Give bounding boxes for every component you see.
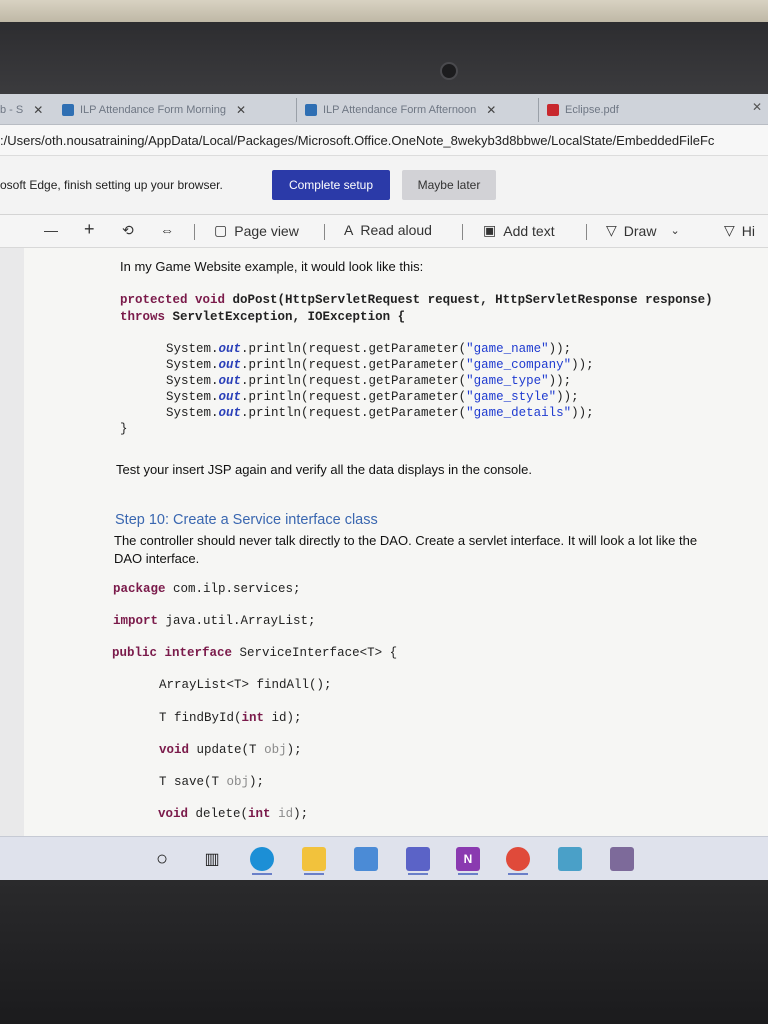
close-icon[interactable]: ✕ [33,103,43,117]
edge-icon[interactable] [250,847,274,875]
draw-icon: ▽ [606,222,617,238]
code-line: void update(T obj); [159,743,302,757]
close-icon[interactable]: ✕ [236,103,246,117]
taskbar: ○ ▥ N [0,836,768,880]
monitor-bezel-bottom [0,880,768,1024]
tab-attendance-afternoon[interactable]: ILP Attendance Form Afternoon ✕ [296,98,535,122]
code-line: throws ServletException, IOException { [120,310,406,324]
code-line: } [120,422,128,436]
draw-label: Draw [623,222,657,239]
code-line: void delete(int id); [158,807,309,821]
page-view-button[interactable]: ▢ Page view [214,222,299,239]
pdf-page: In my Game Website example, it would loo… [24,248,768,836]
divider [586,224,587,240]
code-line: System.out.println(request.getParameter(… [166,390,579,404]
tab-label: ILP Attendance Form Afternoon [323,104,477,116]
chrome-icon[interactable] [506,847,530,875]
intro-text: In my Game Website example, it would loo… [120,259,424,274]
fit-width-icon[interactable]: ⇔ [160,222,174,238]
code-line: System.out.println(request.getParameter(… [166,374,572,388]
background-wall [0,0,768,22]
forms-icon [305,104,317,116]
code-line: System.out.println(request.getParameter(… [166,358,594,372]
pdf-toolbar: — + ⟲ ⇔ ▢ Page view A Read aloud ▣ Add t… [0,215,768,248]
forms-icon [62,104,74,116]
onenote-icon[interactable]: N [456,847,480,875]
pdf-icon [547,104,559,116]
code-line: import java.util.ArrayList; [113,614,316,628]
test-instruction: Test your insert JSP again and verify al… [116,462,532,477]
close-icon[interactable]: ✕ [486,103,496,117]
tab-partial[interactable]: b - S ✕ [0,98,48,122]
file-explorer-icon[interactable] [302,847,326,875]
code-line: T save(T obj); [159,775,265,789]
code-line: protected void doPost(HttpServletRequest… [120,293,713,307]
screen: b - S ✕ ILP Attendance Form Morning ✕ IL… [0,94,768,880]
url-text[interactable]: :/Users/oth.nousatraining/AppData/Local/… [0,133,714,148]
page-view-icon: ▢ [214,222,228,238]
store-icon[interactable] [354,847,378,871]
banner-message: osoft Edge, finish setting up your brows… [0,178,223,192]
code-line: T findById(int id); [159,711,302,725]
step-heading: Step 10: Create a Service interface clas… [115,512,378,528]
teams-icon[interactable] [406,847,430,875]
code-line: public interface ServiceInterface<T> { [112,646,398,660]
highlight-label: Hi [741,222,756,239]
highlight-icon: ▽ [724,222,735,238]
zoom-in-button[interactable]: + [84,219,95,240]
zoom-out-button[interactable]: — [44,222,58,238]
search-circle-icon[interactable]: ○ [150,847,174,871]
code-line: System.out.println(request.getParameter(… [166,406,594,420]
chevron-down-icon[interactable]: ⌄ [670,224,679,237]
tab-label: b - S [0,104,24,116]
tab-bar: b - S ✕ ILP Attendance Form Morning ✕ IL… [0,94,768,125]
step-paragraph: The controller should never talk directl… [114,533,698,548]
page-view-label: Page view [234,222,299,239]
close-icon[interactable]: ✕ [752,100,762,114]
divider [462,224,463,240]
draw-button[interactable]: ▽ Draw ⌄ [606,222,680,239]
task-view-icon[interactable]: ▥ [200,847,224,871]
maybe-later-button[interactable]: Maybe later [402,170,496,200]
address-bar[interactable]: :/Users/oth.nousatraining/AppData/Local/… [0,125,768,156]
add-text-button[interactable]: ▣ Add text [483,222,555,239]
code-line: ArrayList<T> findAll(); [159,678,332,692]
add-text-label: Add text [503,222,555,239]
step-paragraph: DAO interface. [114,551,200,566]
read-aloud-button[interactable]: A Read aloud [344,222,432,238]
tab-label: Eclipse.pdf [565,104,619,116]
complete-setup-button[interactable]: Complete setup [272,170,390,200]
divider [194,224,195,240]
app-icon[interactable] [558,847,582,871]
setup-banner: osoft Edge, finish setting up your brows… [0,156,768,215]
highlight-button[interactable]: ▽ Hi [724,222,755,239]
tab-eclipse-pdf[interactable]: Eclipse.pdf [538,98,667,122]
pdf-viewer[interactable]: In my Game Website example, it would loo… [0,248,768,836]
webcam-icon [440,62,458,80]
read-aloud-label: Read aloud [360,222,432,238]
rotate-icon[interactable]: ⟲ [122,222,134,239]
code-line: package com.ilp.services; [113,582,301,596]
divider [324,224,325,240]
text-box-icon: ▣ [483,222,497,238]
read-aloud-icon: A [344,222,354,238]
app-icon-2[interactable] [610,847,634,871]
tab-attendance-morning[interactable]: ILP Attendance Form Morning ✕ [62,98,282,122]
code-line: System.out.println(request.getParameter(… [166,342,572,356]
monitor-bezel-top [0,22,768,94]
tab-label: ILP Attendance Form Morning [80,104,226,116]
